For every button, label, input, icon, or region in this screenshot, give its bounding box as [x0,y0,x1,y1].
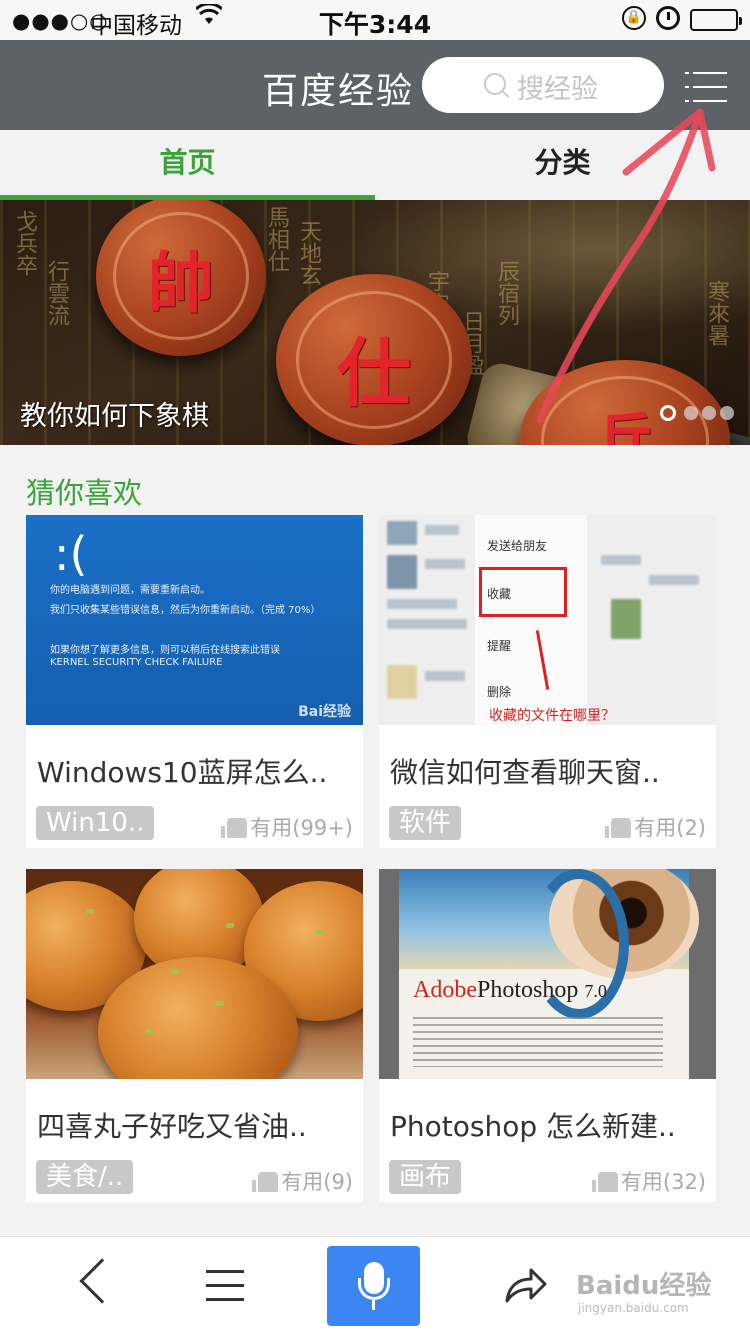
useful-count: 有用(2) [605,812,706,842]
alarm-icon [656,6,680,30]
chess-piece: 帥 [96,200,266,356]
sad-face-icon: :( [54,527,88,581]
card-title: 微信如何查看聊天窗.. [390,756,660,789]
useful-count: 有用(99+) [221,812,353,842]
search-placeholder: 搜经验 [517,74,598,105]
voice-search-button[interactable] [327,1246,420,1326]
thumbs-up-icon [221,818,248,838]
list-menu-icon[interactable] [206,1270,244,1302]
menu-icon[interactable] [685,70,727,104]
carousel-dot[interactable] [720,406,734,420]
article-card[interactable]: :( 你的电脑遇到问题，需要重新启动。 我们只收集某些错误信息，然后为你重新启动… [26,515,363,848]
tab-home[interactable]: 首页 [0,130,375,200]
battery-icon [690,9,742,31]
tab-category[interactable]: 分类 [375,130,750,200]
card-title: 四喜丸子好吃又省油.. [37,1110,307,1143]
back-icon[interactable] [79,1258,125,1304]
thumbs-up-icon [605,818,632,838]
status-bar: ●●●○○ 中国移动 下午3:44 🔒 [0,0,750,40]
carousel-dot[interactable] [702,406,716,420]
thumbs-up-icon [591,1172,618,1192]
thumbnail-watermark: Bai经验 [298,704,351,720]
banner-carousel[interactable]: 戈兵卒 行雲流 馬相仕 天地玄 宇宙洪 日月盈 辰宿列 寒來暑 帥 仕 兵 教你… [0,200,750,445]
useful-count: 有用(32) [591,1166,706,1196]
article-card[interactable]: 四喜丸子好吃又省油.. 美食/.. 有用(9) [26,869,363,1202]
card-thumbnail [26,869,363,1079]
card-title: Photoshop 怎么新建.. [390,1110,676,1143]
search-input[interactable]: 搜经验 [422,57,664,113]
section-title: 猜你喜欢 [26,476,143,510]
card-thumbnail: :( 你的电脑遇到问题，需要重新启动。 我们只收集某些错误信息，然后为你重新启动… [26,515,363,725]
tab-bar: 首页 分类 [0,130,750,200]
watermark-url: jingyan.baidu.com [578,1301,689,1315]
card-thumbnail: 发送给朋友 收藏 提醒 删除 收藏的文件在哪里？ [379,515,716,725]
watermark-logo: Baidu经验 [576,1271,712,1301]
card-tag[interactable]: 软件 [389,806,462,840]
search-icon [484,73,506,95]
bottom-toolbar: Baidu经验 jingyan.baidu.com [0,1236,750,1334]
article-card[interactable]: 发送给朋友 收藏 提醒 删除 收藏的文件在哪里？ 微信如何查看聊天窗.. 软件 … [379,515,716,848]
chess-piece: 仕 [276,274,472,445]
carousel-dot-active[interactable] [660,405,676,421]
banner-caption: 教你如何下象棋 [20,401,209,432]
share-icon[interactable] [503,1265,547,1315]
card-thumbnail: AdobePhotoshop 7.0 [379,869,716,1079]
useful-count: 有用(9) [252,1166,353,1196]
card-tag[interactable]: 美食/.. [36,1160,134,1194]
article-card[interactable]: AdobePhotoshop 7.0 Photoshop 怎么新建.. 画布 有… [379,869,716,1202]
top-header: 百度经验 搜经验 [0,40,750,130]
app-title: 百度经验 [262,71,415,112]
card-title: Windows10蓝屏怎么.. [37,756,328,789]
carousel-dot[interactable] [684,406,698,420]
rotation-lock-icon: 🔒 [622,6,646,30]
thumbs-up-icon [252,1172,279,1192]
card-tag[interactable]: Win10.. [36,806,155,840]
card-tag[interactable]: 画布 [389,1160,462,1194]
